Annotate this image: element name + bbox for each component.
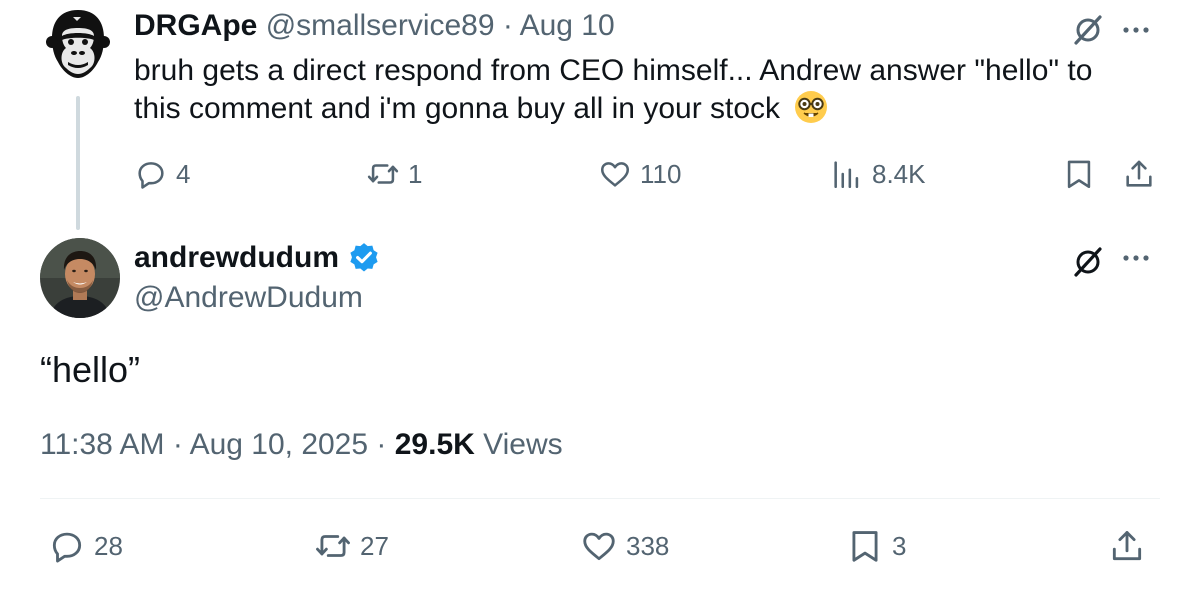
more-options-button-reply[interactable] (1118, 240, 1154, 281)
avatar-gorilla[interactable] (46, 8, 110, 80)
repost-count: 27 (360, 530, 389, 561)
reply-views-count: 29.5K (394, 428, 475, 461)
reply-button[interactable]: 28 (48, 526, 123, 566)
heart-icon (583, 532, 615, 561)
nerd-face-emoji-icon (795, 91, 828, 123)
repost-count: 1 (408, 158, 423, 189)
parent-tweet-text: bruh gets a direct respond from CEO hims… (134, 52, 1134, 128)
reply-tweet-date[interactable]: Aug 10, 2025 (190, 428, 369, 461)
avatar-andrewdudum[interactable] (40, 238, 120, 318)
parent-tweet-header: DRGApe @smallservice89 · Aug 10 (134, 6, 615, 46)
heart-icon (600, 162, 630, 187)
grok-button[interactable] (1070, 12, 1106, 53)
repost-button[interactable]: 1 (366, 154, 422, 194)
share-icon (1126, 160, 1152, 187)
views-button[interactable]: 8.4K (830, 154, 926, 194)
meta-separator: · (172, 428, 183, 461)
more-dots-icon (1123, 27, 1149, 33)
bookmark-count: 3 (892, 530, 907, 561)
reply-views-label: Views (483, 428, 563, 461)
views-count: 8.4K (872, 158, 926, 189)
header-separator: · (502, 9, 513, 42)
like-button[interactable]: 110 (598, 154, 681, 194)
reply-author-handle[interactable]: @AndrewDudum (134, 278, 363, 318)
parent-tweet-body: bruh gets a direct respond from CEO hims… (134, 54, 1093, 125)
reply-count: 4 (176, 158, 191, 189)
grok-icon (1074, 247, 1102, 277)
repost-icon (316, 535, 350, 557)
reply-author-name[interactable]: andrewdudum (134, 241, 339, 275)
reply-tweet-time[interactable]: 11:38 AM (40, 428, 165, 461)
parent-author-name[interactable]: DRGApe (134, 9, 257, 42)
bookmark-button[interactable]: 3 (846, 526, 906, 566)
repost-button[interactable]: 27 (314, 526, 389, 566)
share-icon (1112, 531, 1142, 561)
bookmark-icon (1067, 160, 1091, 189)
like-count: 338 (626, 530, 670, 561)
like-count: 110 (640, 158, 682, 189)
reply-icon (52, 532, 82, 563)
reply-author-row: andrewdudum (134, 238, 381, 278)
like-button[interactable]: 338 (580, 526, 669, 566)
divider (40, 498, 1160, 499)
repost-icon (367, 164, 399, 184)
parent-tweet-date[interactable]: Aug 10 (520, 9, 615, 42)
bookmark-button[interactable] (1062, 154, 1104, 194)
more-dots-icon (1123, 255, 1149, 261)
reply-count: 28 (94, 530, 123, 561)
reply-icon (138, 162, 164, 189)
share-button[interactable] (1122, 154, 1164, 194)
share-button[interactable] (1108, 526, 1154, 566)
thread-connector-line (76, 96, 80, 230)
more-options-button[interactable] (1118, 12, 1154, 53)
grok-button-reply[interactable] (1070, 244, 1106, 285)
verified-badge-icon[interactable] (347, 241, 381, 275)
bookmark-icon (852, 531, 878, 562)
meta-separator: · (376, 428, 387, 461)
reply-button[interactable]: 4 (134, 154, 190, 194)
grok-icon (1074, 15, 1102, 45)
reply-tweet-meta: 11:38 AM · Aug 10, 2025 · 29.5K Views (40, 424, 563, 466)
reply-tweet-text: “hello” (40, 349, 141, 390)
analytics-bar-icon (834, 161, 859, 189)
parent-author-handle[interactable]: @smallservice89 (266, 9, 495, 42)
